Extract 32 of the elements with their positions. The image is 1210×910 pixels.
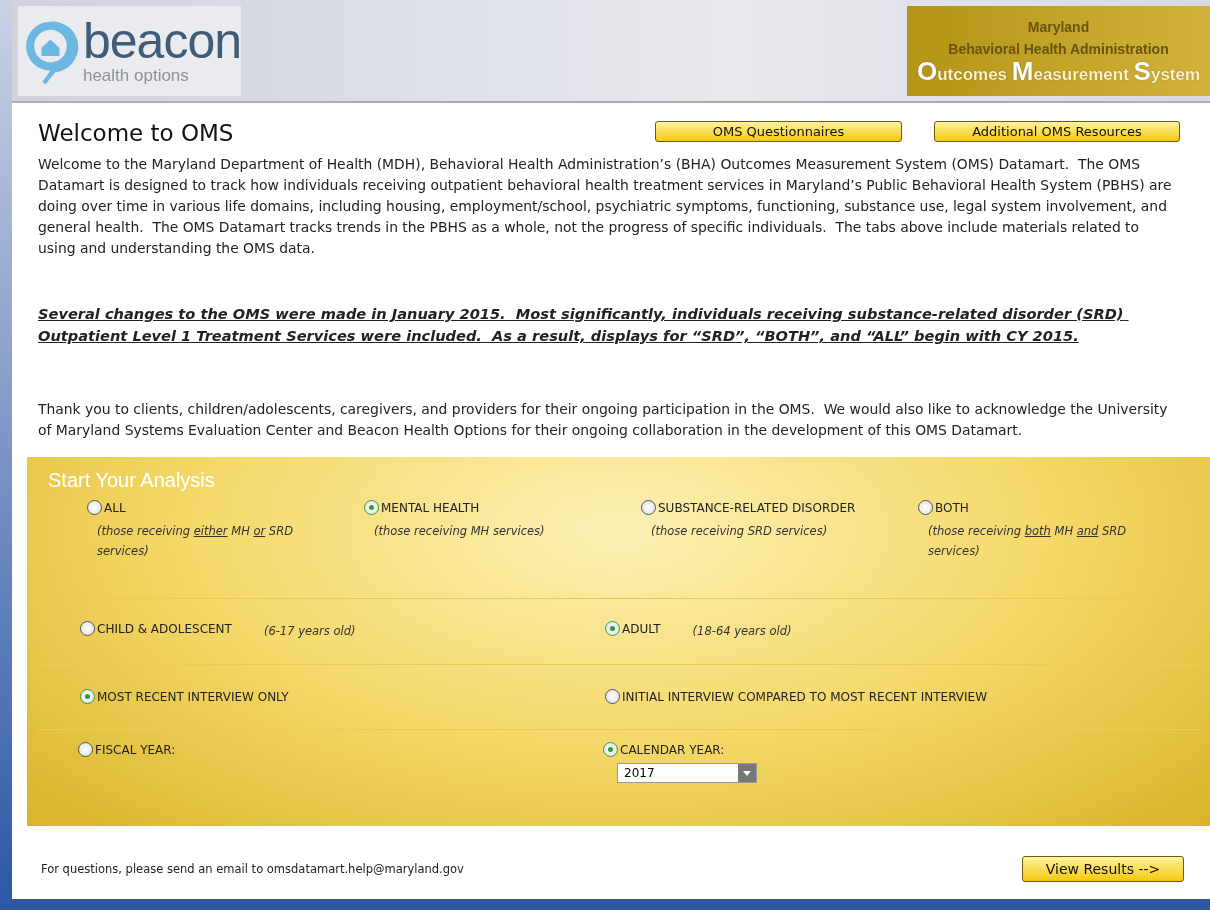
radio-option[interactable]: SUBSTANCE-RELATED DISORDER [641,500,856,515]
logo-name: beacon [82,15,241,66]
state-name: Maryland [1027,17,1090,37]
radio-option[interactable]: MENTAL HEALTH [364,500,480,515]
radio-option[interactable]: ADULT [605,621,661,637]
option-description: (those receiving SRD services) [650,523,828,540]
nav-button[interactable]: OMS Questionnaires [655,121,902,142]
panel-title: Start Your Analysis [47,468,216,492]
option-description: (18-64 years old) [692,623,792,641]
radio-option[interactable]: FISCAL YEAR: [78,742,176,758]
radio-option[interactable]: CHILD & ADOLESCENT [80,621,232,637]
option-description: (those receiving either MH or SRD services) [96,523,295,560]
radio-option[interactable]: MOST RECENT INTERVIEW ONLY [80,689,289,705]
caret-icon [743,770,751,776]
logo-tagline: health options [82,65,190,86]
system-name: Outcomes Measurement System [916,59,1201,86]
radio-option[interactable]: CALENDAR YEAR: [603,742,725,758]
thanks-paragraph: Thank you to clients, children/adolescents, caregivers, and providers for their ongoing participation in the OMS. We would also like to acknowledge the University of Maryland Systems Evaluation Center and Beacon Health Options for their ongoing collaboration in the development of this OMS Datamart. [38,400,1169,440]
department-name: Behavioral Health Administration [948,39,1169,59]
intro-paragraph: Welcome to the Maryland Department of Health (MDH), Behavioral Health Administration’s (BHA) Outcomes Measurement System (OMS) Datamart. The OMS Datamart is designed to track how individuals receiving outpatient behavioral health treatment services in Maryland’s Public Behavioral Health System (PBHS) are doing over time in various life domains, including housing, employment/school, psychiatric symptoms, functioning, substance use, legal system involvement, and general health. The OMS Datamart tracks trends in the PBHS as a whole, not the progress of specific individuals. The tabs above include materials related to using and understanding the OMS data. [38,155,1173,258]
radio-option[interactable]: INITIAL INTERVIEW COMPARED TO MOST RECENT INTERVIEW [605,689,988,705]
page-title: Welcome to OMS [38,123,234,144]
view-results-button[interactable]: View Results --> [1022,855,1184,882]
radio-option[interactable]: ALL [87,500,126,515]
option-description: (those receiving MH services) [373,523,545,540]
year-dropdown[interactable]: 2017 [617,763,757,784]
option-description: (those receiving both MH and SRD services) [927,523,1128,560]
contact-text: For questions, please send an email to omsdatamart.help@maryland.gov [41,861,464,876]
option-description: (6-17 years old) [263,623,356,641]
nav-button[interactable]: Additional OMS Resources [934,121,1180,142]
radio-option[interactable]: BOTH [918,500,969,515]
notice-paragraph: Several changes to the OMS were made in January 2015. Most significantly, individuals receiving substance-related disorder (SRD) Outpatient Level 1 Treatment Services were included. As a result, displays for “SRD”, “BOTH”, and “ALL” begin with CY 2015. [38,304,1125,346]
